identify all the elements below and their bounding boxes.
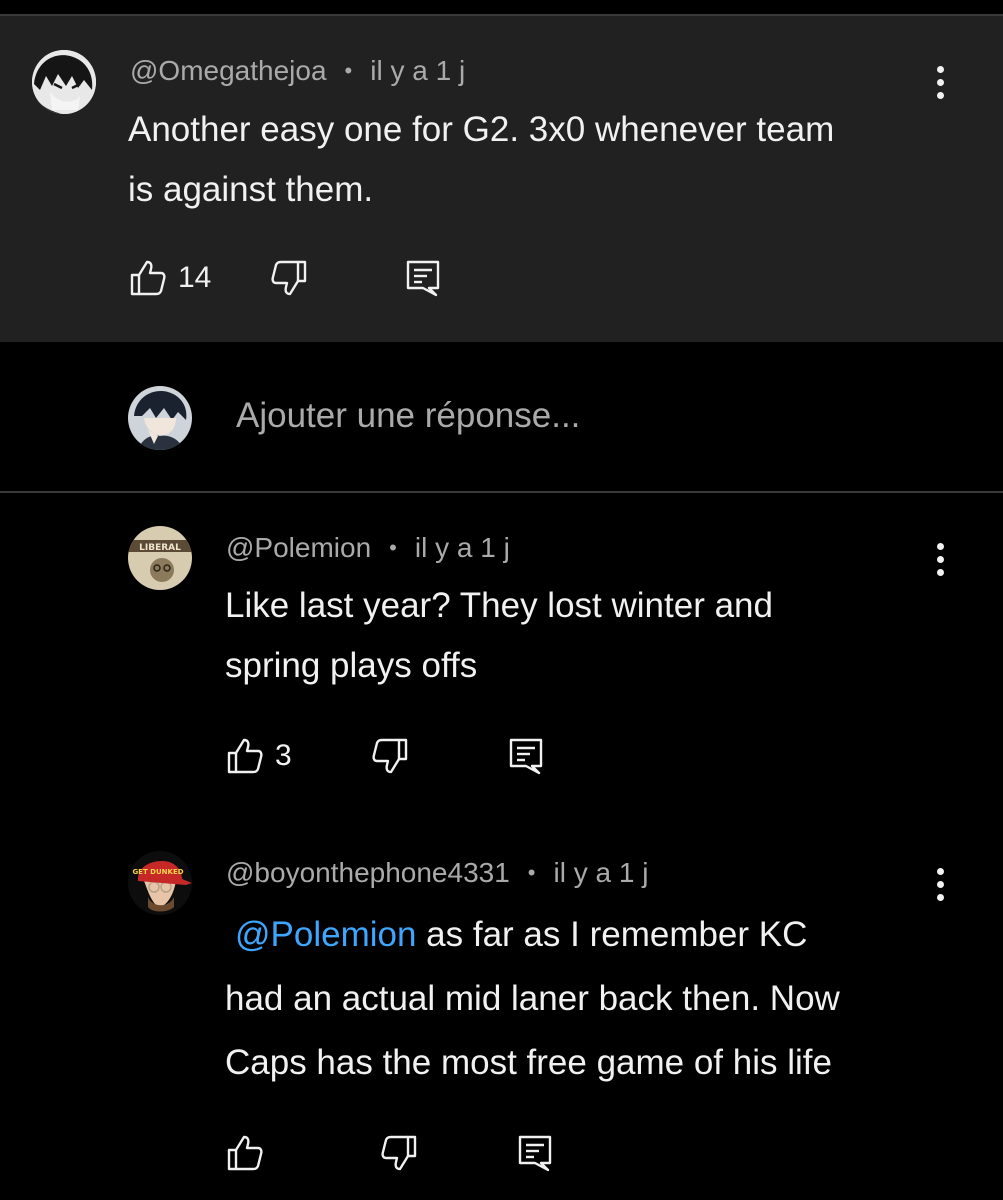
like-count: 3 — [275, 739, 292, 772]
comment-meta: @Omegathejoa • il y a 1 j — [130, 55, 465, 87]
mention-link[interactable]: @Polemion — [235, 915, 416, 954]
comment-text-line: is against them. — [128, 170, 374, 209]
meta-separator: • — [527, 860, 536, 885]
thumbs-down-icon — [370, 736, 410, 776]
thumbs-up-icon — [225, 1133, 265, 1173]
like-button[interactable]: 3 — [225, 736, 292, 776]
like-count: 14 — [178, 261, 212, 294]
thumbs-down-icon — [379, 1133, 419, 1173]
reply-text-line: Like last year? They lost winter and — [225, 586, 773, 625]
meta-separator: • — [389, 535, 397, 560]
comment-time[interactable]: il y a 1 j — [370, 55, 465, 87]
comment-author[interactable]: @Omegathejoa — [130, 55, 327, 87]
reply-author[interactable]: @boyonthephone4331 — [226, 857, 510, 889]
meta-separator: • — [344, 58, 353, 83]
thumbs-down-icon — [269, 258, 309, 298]
avatar-text: LIBERAL — [139, 543, 181, 553]
reply-meta: @Polemion • il y a 1 j — [226, 532, 510, 564]
reply-text-line: as far as I remember KC — [416, 915, 808, 954]
thumbs-up-icon — [225, 736, 265, 776]
dislike-button[interactable] — [269, 258, 309, 298]
reply-avatar[interactable]: GET DUNKED — [128, 851, 192, 915]
reply-icon — [506, 736, 546, 776]
comment-avatar[interactable] — [32, 50, 96, 114]
like-button[interactable]: 14 — [128, 258, 211, 298]
reply-button[interactable] — [506, 736, 546, 776]
reply-button[interactable] — [403, 258, 443, 298]
reply-text: @Polemion as far as I remember KC had an… — [225, 903, 840, 1095]
more-vert-icon[interactable] — [925, 539, 955, 579]
comment-text: Another easy one for G2. 3x0 whenever te… — [128, 100, 834, 220]
dislike-button[interactable] — [370, 736, 410, 776]
comment-text-line: Another easy one for G2. 3x0 whenever te… — [128, 110, 835, 149]
more-vert-icon[interactable] — [925, 62, 955, 102]
reply-actions — [225, 1131, 555, 1175]
reply-time[interactable]: il y a 1 j — [554, 857, 649, 889]
reply-button[interactable] — [515, 1133, 555, 1173]
reply-divider — [0, 491, 1003, 493]
reply-meta: @boyonthephone4331 • il y a 1 j — [226, 857, 648, 889]
thumbs-up-icon — [128, 258, 168, 298]
user-avatar — [128, 386, 192, 450]
comment-actions: 14 — [128, 256, 443, 300]
reply-text-line: Caps has the most free game of his life — [225, 1043, 832, 1082]
reply-time[interactable]: il y a 1 j — [415, 532, 510, 564]
reply-author[interactable]: @Polemion — [226, 532, 371, 564]
reply-input[interactable]: Ajouter une réponse... — [236, 396, 580, 436]
reply-text: Like last year? They lost winter and spr… — [225, 576, 773, 696]
reply-text-line: had an actual mid laner back then. Now — [225, 979, 840, 1018]
reply-actions: 3 — [225, 734, 546, 778]
dislike-button[interactable] — [379, 1133, 419, 1173]
more-vert-icon[interactable] — [925, 864, 955, 904]
reply-icon — [403, 258, 443, 298]
reply-avatar[interactable]: LIBERAL — [128, 526, 192, 590]
cap-text: GET DUNKED — [132, 868, 183, 876]
reply-text-line: spring plays offs — [225, 646, 478, 685]
reply-icon — [515, 1133, 555, 1173]
like-button[interactable] — [225, 1133, 275, 1173]
